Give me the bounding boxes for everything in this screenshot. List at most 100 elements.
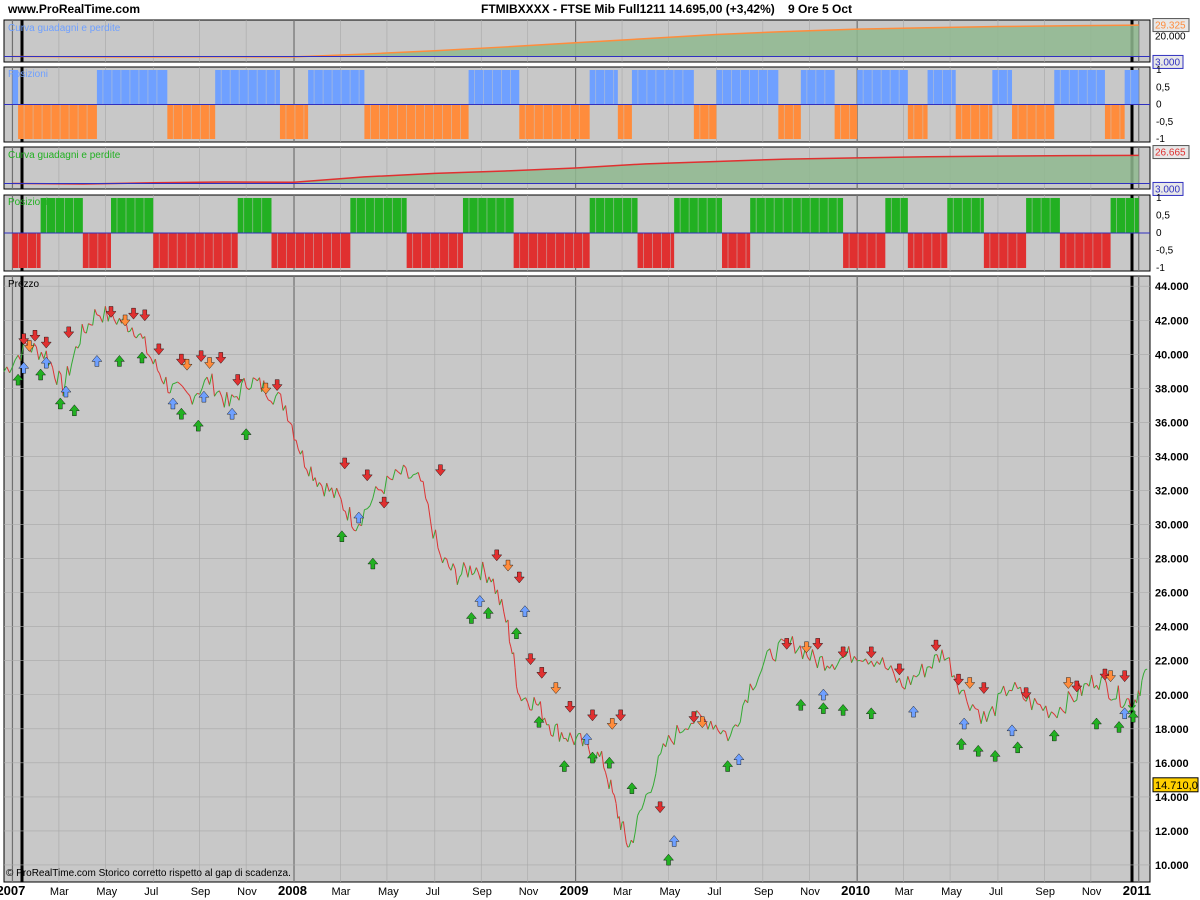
x-tick-label: 2008 xyxy=(278,883,307,898)
positions-1-segment xyxy=(468,70,520,105)
price-ytick: 10.000 xyxy=(1155,860,1189,872)
x-tick-label: May xyxy=(941,886,962,898)
price-ytick: 32.000 xyxy=(1155,485,1189,497)
x-tick-label: Sep xyxy=(191,886,211,898)
price-ytick: 12.000 xyxy=(1155,826,1189,838)
price-line-segment xyxy=(927,666,930,668)
price-ytick: 42.000 xyxy=(1155,315,1189,327)
x-tick-label: Jul xyxy=(707,886,721,898)
positions-2-title: Posizioni xyxy=(8,197,48,208)
x-tick-label: Sep xyxy=(472,886,492,898)
x-tick-label: May xyxy=(378,886,399,898)
x-tick-label: Jul xyxy=(144,886,158,898)
positions-2-segment xyxy=(513,233,590,268)
equity-2-last-value: 26.665 xyxy=(1155,148,1186,159)
last-price-value: 14.710,0 xyxy=(1155,780,1198,792)
price-ytick: 38.000 xyxy=(1155,383,1189,395)
x-tick-label: Nov xyxy=(1082,886,1102,898)
positions-1-segment xyxy=(617,104,632,139)
positions-1-segment xyxy=(857,70,908,105)
positions-2-segment xyxy=(885,198,908,233)
price-ytick: 36.000 xyxy=(1155,417,1189,429)
footer-note: © ProRealTime.com Storico corretto rispe… xyxy=(6,868,291,879)
positions-1-segment xyxy=(693,104,717,139)
positions-1-segment xyxy=(716,70,779,105)
x-tick-label: May xyxy=(96,886,117,898)
price-ytick: 40.000 xyxy=(1155,349,1189,361)
price-ytick: 24.000 xyxy=(1155,622,1189,634)
positions-2-segment xyxy=(237,198,272,233)
equity-2-title: Curva guadagni e perdite xyxy=(8,150,121,161)
x-tick-label: Jul xyxy=(426,886,440,898)
price-ytick: 20.000 xyxy=(1155,690,1189,702)
positions-1-segment xyxy=(18,104,97,139)
price-ytick: 18.000 xyxy=(1155,724,1189,736)
positions-1-ytick: -0,5 xyxy=(1156,117,1174,128)
positions-1-segment xyxy=(1054,70,1105,105)
price-line-segment xyxy=(127,330,131,333)
trading-chart[interactable]: Curva guadagni e perdite 29.3253.00020.00… xyxy=(0,0,1200,900)
price-ytick: 44.000 xyxy=(1155,281,1189,293)
x-tick-label: Sep xyxy=(754,886,774,898)
positions-1-segment xyxy=(308,70,365,105)
x-tick-label: Sep xyxy=(1035,886,1055,898)
positions-1-segment xyxy=(907,104,928,139)
x-tick-label: Jul xyxy=(989,886,1003,898)
price-line-segment xyxy=(1037,703,1041,706)
price-frame xyxy=(3,275,1151,883)
price-ytick: 34.000 xyxy=(1155,451,1189,463)
price-ytick: 28.000 xyxy=(1155,554,1189,566)
positions-2-segment xyxy=(271,233,351,268)
positions-1-title: Posizioni xyxy=(8,69,48,80)
x-tick-label: May xyxy=(660,886,681,898)
x-tick-label: Nov xyxy=(800,886,820,898)
x-tick-label: Nov xyxy=(519,886,539,898)
price-ytick: 16.000 xyxy=(1155,758,1189,770)
positions-1-segment xyxy=(364,104,469,139)
price-ytick: 14.000 xyxy=(1155,792,1189,804)
x-tick-label: 2007 xyxy=(0,883,25,898)
x-tick-label: Mar xyxy=(331,886,350,898)
positions-2-ytick: -1 xyxy=(1156,263,1165,274)
positions-2-ytick: 0,5 xyxy=(1156,211,1170,222)
positions-1-segment xyxy=(992,70,1013,105)
positions-2-segment xyxy=(1026,198,1060,233)
price-title: Prezzo xyxy=(8,279,40,290)
positions-2-ytick: 1 xyxy=(1156,193,1162,204)
price-ytick: 22.000 xyxy=(1155,656,1189,668)
positions-1-ytick: 1 xyxy=(1156,65,1162,76)
price-ytick: 26.000 xyxy=(1155,588,1189,600)
x-tick-label: Mar xyxy=(50,886,69,898)
positions-2-segment xyxy=(1059,233,1111,268)
positions-2-segment xyxy=(350,198,407,233)
x-tick-label: 2011 xyxy=(1123,883,1151,898)
positions-1-segment xyxy=(800,70,835,105)
positions-2-segment xyxy=(947,198,984,233)
equity-1-ytick: 20.000 xyxy=(1155,31,1186,42)
positions-1-segment xyxy=(1124,70,1139,105)
positions-1-ytick: 0,5 xyxy=(1156,82,1170,93)
positions-1-segment xyxy=(1104,104,1125,139)
x-tick-label: 2009 xyxy=(560,883,589,898)
x-tick-label: Mar xyxy=(613,886,632,898)
positions-1-segment xyxy=(631,70,694,105)
positions-2-ytick: 0 xyxy=(1156,228,1162,239)
price-line-segment xyxy=(413,473,416,476)
positions-1-segment xyxy=(955,104,993,139)
positions-1-segment xyxy=(778,104,801,139)
positions-1-ytick: 0 xyxy=(1156,100,1162,111)
price-line-segment xyxy=(408,477,411,479)
positions-2-segment xyxy=(462,198,514,233)
positions-2-ytick: -0,5 xyxy=(1156,246,1174,257)
positions-1-ytick: -1 xyxy=(1156,134,1165,145)
price-ytick: 30.000 xyxy=(1155,520,1189,532)
positions-2-segment xyxy=(637,233,675,268)
positions-1-segment xyxy=(834,104,858,139)
equity-1-title: Curva guadagni e perdite xyxy=(8,23,121,34)
x-tick-label: Nov xyxy=(237,886,257,898)
x-tick-label: 2010 xyxy=(841,883,870,898)
positions-2-segment xyxy=(406,233,463,268)
x-tick-label: Mar xyxy=(895,886,914,898)
positions-2-segment xyxy=(750,198,844,233)
equity-1-last-value: 29.325 xyxy=(1155,21,1186,32)
